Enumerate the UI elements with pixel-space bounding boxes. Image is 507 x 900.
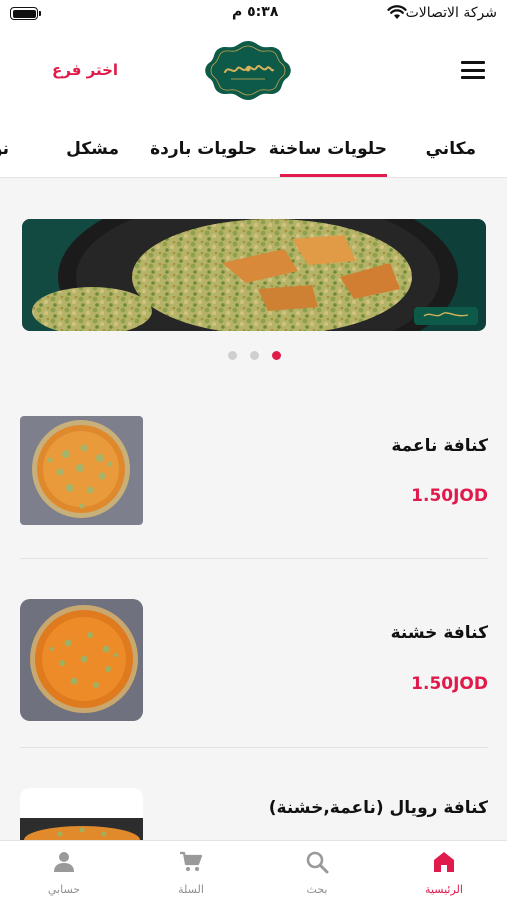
product-name: كنافة ناعمة — [391, 436, 488, 456]
product-price: 1.50JOD — [411, 486, 488, 506]
nav-account[interactable]: حسابي — [9, 841, 119, 900]
wifi-icon — [387, 5, 407, 24]
nav-home[interactable]: الرئيسية — [389, 841, 499, 900]
cart-icon — [180, 851, 203, 871]
carousel-dot-2[interactable] — [250, 351, 259, 360]
hamburger-menu-icon[interactable] — [461, 61, 485, 79]
nav-search-label: بحث — [306, 883, 328, 896]
divider — [20, 747, 488, 748]
product-name: كنافة خشنة — [390, 623, 488, 643]
nav-cart-label: السلة — [178, 883, 204, 896]
nav-home-label: الرئيسية — [425, 883, 463, 896]
battery-icon — [10, 7, 41, 20]
product-image — [20, 416, 143, 525]
nav-cart[interactable]: السلة — [136, 841, 246, 900]
tab-hot-sweets[interactable]: حلويات ساخنة — [269, 139, 387, 159]
product-card[interactable]: كنافة رويال (ناعمة,خشنة) — [20, 788, 488, 840]
product-image — [20, 599, 143, 721]
nav-search[interactable]: بحث — [262, 841, 372, 900]
product-image — [20, 788, 143, 840]
product-name: كنافة رويال (ناعمة,خشنة) — [268, 798, 488, 818]
carousel-pagination — [227, 351, 287, 361]
product-price: 1.50JOD — [411, 674, 488, 694]
product-card[interactable]: كنافة ناعمة 1.50JOD — [20, 416, 488, 526]
category-tabs: مكاني حلويات ساخنة حلويات باردة مشكل نو — [0, 120, 507, 178]
search-icon — [306, 851, 329, 874]
clock: ٥:٣٨ م — [232, 4, 279, 20]
promo-banner-image[interactable] — [22, 219, 486, 331]
divider — [20, 558, 488, 559]
tab-makani[interactable]: مكاني — [426, 139, 476, 159]
bottom-navigation: الرئيسية بحث السلة حسابي — [0, 840, 507, 900]
app-header: اختر فرع — [0, 28, 507, 120]
home-icon — [434, 852, 454, 872]
carousel-dot-1[interactable] — [272, 351, 281, 360]
select-branch-button[interactable]: اختر فرع — [52, 61, 118, 79]
carrier-name: شركة الاتصالات — [405, 5, 497, 21]
brand-logo — [203, 39, 293, 102]
carousel-dot-3[interactable] — [228, 351, 237, 360]
tab-partial[interactable]: نو — [0, 139, 9, 159]
product-card[interactable]: كنافة خشنة 1.50JOD — [20, 599, 488, 721]
user-icon — [54, 852, 74, 872]
nav-account-label: حسابي — [47, 883, 81, 896]
status-bar: شركة الاتصالات ٥:٣٨ م — [0, 0, 507, 28]
active-tab-indicator — [280, 174, 387, 177]
tab-cold-sweets[interactable]: حلويات باردة — [150, 139, 257, 159]
tab-mixed[interactable]: مشكل — [66, 139, 119, 159]
